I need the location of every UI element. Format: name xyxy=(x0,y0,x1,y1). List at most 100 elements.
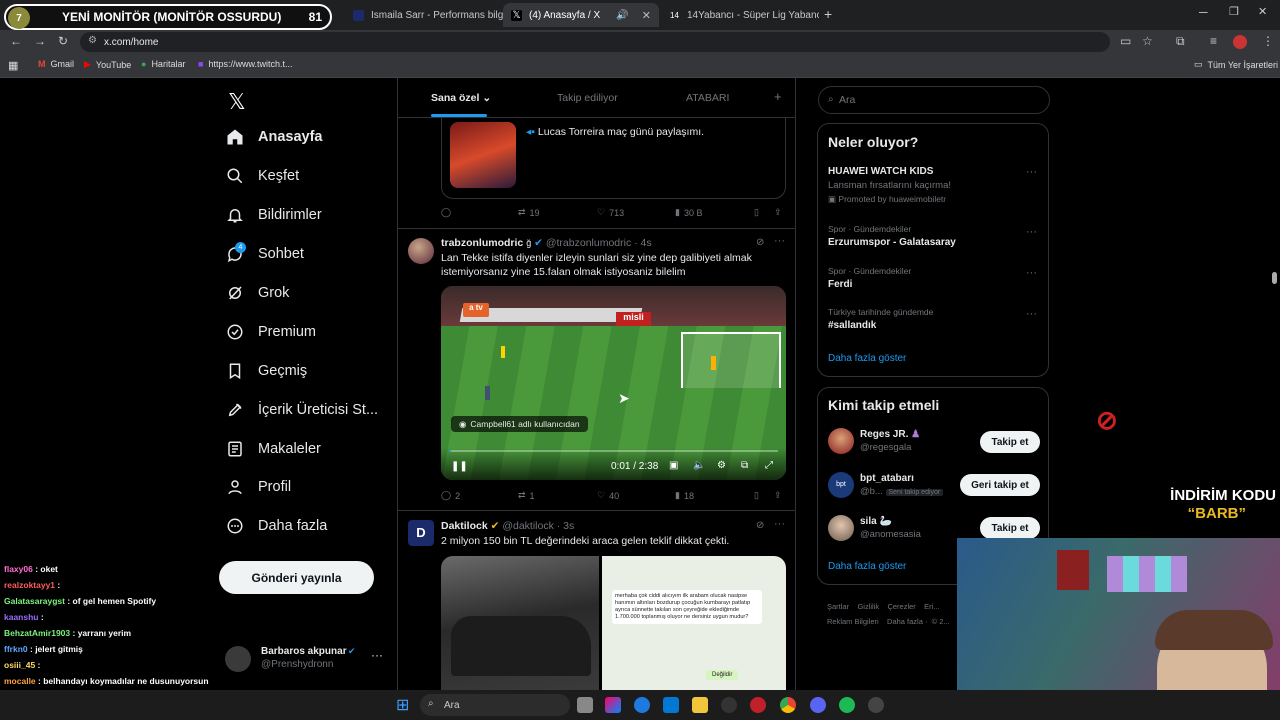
tab-search-icon[interactable]: ≡ xyxy=(1210,34,1217,48)
cast-icon[interactable]: ▭ xyxy=(1120,34,1131,48)
edge-icon[interactable] xyxy=(634,697,650,713)
more-icon[interactable]: ··· xyxy=(1026,226,1037,238)
quoted-tweet-image[interactable] xyxy=(450,122,516,188)
app-icon[interactable] xyxy=(868,697,884,713)
x-logo-icon[interactable]: 𝕏 xyxy=(228,89,246,115)
tab-following[interactable]: Takip ediliyor xyxy=(557,92,618,104)
bookmark-youtube[interactable]: ▶ YouTube xyxy=(84,59,131,70)
bookmark-maps[interactable]: ● Haritalar xyxy=(141,59,185,69)
close-window-icon[interactable]: ✕ xyxy=(1258,5,1267,18)
follow-suggestion[interactable]: bpt_atabarı @b... Seni takip ediyor xyxy=(860,473,944,497)
volume-icon[interactable]: 🔈 xyxy=(693,460,705,471)
nav-notifications[interactable]: Bildirimler xyxy=(226,206,322,224)
nav-bookmarks[interactable]: Geçmiş xyxy=(226,362,307,380)
nav-grok[interactable]: Grok xyxy=(226,284,289,302)
tab-atabari[interactable]: ATABARI xyxy=(686,92,729,104)
message-screenshot[interactable]: merhaba çok ciddi alıcıyım ilk arabam ol… xyxy=(602,556,786,690)
more-icon[interactable]: ··· xyxy=(774,518,785,530)
bookmark-star-icon[interactable]: ☆ xyxy=(1142,34,1153,48)
search-input[interactable]: ⌕ Ara xyxy=(818,86,1050,114)
settings-gear-icon[interactable]: ⚙ xyxy=(717,460,726,471)
post-button[interactable]: Gönderi yayınla xyxy=(219,561,374,594)
more-icon[interactable]: ··· xyxy=(371,648,383,662)
show-more-link[interactable]: Daha fazla göster xyxy=(828,353,906,364)
trend-item[interactable]: Spor · Gündemdekiler Erzurumspor - Galat… xyxy=(828,224,956,248)
views-button[interactable]: ▮ 18 xyxy=(675,490,694,501)
avatar[interactable] xyxy=(828,428,854,454)
author-name[interactable]: Daktilock xyxy=(441,520,488,532)
reply-button[interactable]: ◯ 2 xyxy=(441,490,460,501)
retweet-button[interactable]: ⇄ 1 xyxy=(518,490,535,501)
nav-home[interactable]: Anasayfa xyxy=(226,128,322,146)
share-icon[interactable]: ⇪ xyxy=(774,490,782,501)
avatar[interactable]: bpt xyxy=(828,472,854,498)
avatar[interactable] xyxy=(408,238,434,264)
all-bookmarks[interactable]: ▭ Tüm Yer İşaretleri xyxy=(1194,59,1278,70)
nav-premium[interactable]: Premium xyxy=(226,323,316,341)
url-field[interactable]: ⚙ x.com/home xyxy=(80,32,1110,52)
copilot-icon[interactable] xyxy=(605,697,621,713)
nav-profile[interactable]: Profil xyxy=(226,478,291,496)
bookmark-icon[interactable]: ▯ xyxy=(754,207,759,218)
windows-start-icon[interactable]: ⊞ xyxy=(396,695,409,715)
speaker-icon[interactable]: 🔊 xyxy=(616,10,628,21)
file-explorer-icon[interactable] xyxy=(692,697,708,713)
like-button[interactable]: ♡ 713 xyxy=(597,207,624,218)
tab-ismaila[interactable]: Ismaila Sarr - Performans bilgil ✕ xyxy=(345,3,503,27)
task-view-icon[interactable] xyxy=(577,697,593,713)
bookmark-gmail[interactable]: M Gmail xyxy=(38,59,74,69)
forward-icon[interactable]: → xyxy=(34,34,46,48)
spotify-icon[interactable] xyxy=(839,697,855,713)
menu-kebab-icon[interactable]: ⋮ xyxy=(1262,34,1274,48)
quoted-tweet[interactable]: ◂▪ Lucas Torreira maç günü paylaşımı. xyxy=(441,117,786,199)
like-button[interactable]: ♡ 40 xyxy=(597,490,619,501)
back-icon[interactable]: ← xyxy=(10,34,22,48)
tab-14yabanci[interactable]: 14 14Yabancı - Süper Lig Yabancı ✕ xyxy=(661,3,819,27)
avatar[interactable] xyxy=(828,515,854,541)
nav-explore[interactable]: Keşfet xyxy=(226,167,299,185)
outlook-icon[interactable] xyxy=(663,697,679,713)
close-tab-icon[interactable]: ✕ xyxy=(642,9,651,22)
maximize-icon[interactable]: ❐ xyxy=(1229,5,1239,18)
taskbar-search[interactable]: ⌕ Ara xyxy=(420,694,570,716)
grok-icon[interactable]: ⊘ xyxy=(756,520,764,531)
video-player[interactable]: misli a tv ➤ ◉ Campbell61 adlı kullanıcı… xyxy=(441,286,786,480)
follow-button[interactable]: Takip et xyxy=(980,431,1040,453)
views-button[interactable]: ▮ 30 B xyxy=(675,207,702,218)
pip-icon[interactable]: ⧉ xyxy=(741,460,748,471)
trend-item[interactable]: HUAWEI WATCH KIDS Lansman fırsatlarını k… xyxy=(828,166,951,205)
more-icon[interactable]: ··· xyxy=(1026,166,1037,178)
follow-button[interactable]: Takip et xyxy=(980,517,1040,539)
chrome-icon[interactable] xyxy=(780,697,796,713)
more-icon[interactable]: ··· xyxy=(774,235,785,247)
nav-articles[interactable]: Makaleler xyxy=(226,440,321,458)
apps-grid-icon[interactable]: ▦ xyxy=(8,59,18,72)
page-scrollbar[interactable] xyxy=(1272,272,1277,284)
nav-creator-studio[interactable]: İçerik Üreticisi St... xyxy=(226,401,378,419)
bookmark-icon[interactable]: ▯ xyxy=(754,490,759,501)
grok-icon[interactable]: ⊘ xyxy=(756,237,764,248)
new-tab-icon[interactable]: + xyxy=(824,6,832,22)
follow-suggestion[interactable]: Reges JR. ♟ @regesgala xyxy=(860,429,920,453)
discord-icon[interactable] xyxy=(810,697,826,713)
reply-button[interactable]: ◯ xyxy=(441,207,451,218)
video-progress-track[interactable] xyxy=(449,450,778,452)
trend-item[interactable]: Türkiye tarihinde gündemde #sallandık xyxy=(828,307,933,331)
author-name[interactable]: trabzonlumodric xyxy=(441,237,523,249)
avatar[interactable]: D xyxy=(408,520,434,546)
nav-chat[interactable]: Sohbet 4 xyxy=(226,242,304,263)
follow-suggestion[interactable]: sila 🦢 @anomesasia xyxy=(860,516,921,540)
fullscreen-icon[interactable]: ⤢ xyxy=(765,460,773,471)
retweet-button[interactable]: ⇄ 19 xyxy=(518,207,540,218)
site-info-icon[interactable]: ⚙ xyxy=(88,35,97,46)
profile-avatar[interactable] xyxy=(1233,35,1247,49)
follow-back-button[interactable]: Geri takip et xyxy=(960,474,1040,496)
video-attribution[interactable]: ◉ Campbell61 adlı kullanıcıdan xyxy=(451,416,588,432)
car-photo[interactable] xyxy=(441,556,599,690)
extensions-icon[interactable]: ⧉ xyxy=(1176,34,1185,49)
pause-icon[interactable]: ❚❚ xyxy=(451,461,468,472)
more-icon[interactable]: ··· xyxy=(1026,308,1037,320)
nav-more[interactable]: Daha fazla xyxy=(226,517,327,535)
share-icon[interactable]: ⇪ xyxy=(774,207,782,218)
more-icon[interactable]: ··· xyxy=(1026,267,1037,279)
